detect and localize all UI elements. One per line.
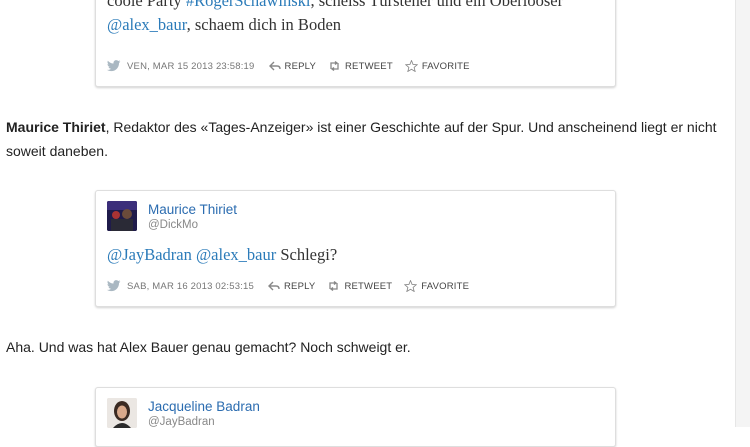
twitter-bird-icon[interactable] bbox=[107, 60, 121, 72]
retweet-icon bbox=[329, 281, 339, 291]
reply-label: REPLY bbox=[284, 280, 316, 292]
mention-link[interactable]: @JayBadran bbox=[107, 245, 192, 264]
author-fullname[interactable]: Maurice Thiriet bbox=[148, 201, 237, 218]
author-names: Jacqueline Badran @JayBadran bbox=[148, 398, 260, 430]
retweet-button[interactable]: RETWEET bbox=[327, 281, 392, 292]
favorite-button[interactable]: FAVORITE bbox=[404, 280, 469, 292]
embedded-tweet: coole Party #RogerSchawinski, scheiss Tü… bbox=[95, 0, 616, 87]
embedded-tweet: Maurice Thiriet @DickMo @JayBadran @alex… bbox=[95, 190, 616, 307]
tweet-text: coole Party #RogerSchawinski, scheiss Tü… bbox=[107, 0, 607, 37]
tweet-meta: VEN, MAR 15 2013 23:58:19 REPLY RETWEET … bbox=[107, 58, 482, 74]
scrollbar-track[interactable] bbox=[735, 0, 750, 427]
reply-label: REPLY bbox=[284, 60, 316, 72]
reply-button[interactable]: REPLY bbox=[268, 60, 316, 72]
reply-icon bbox=[268, 281, 280, 291]
reply-button[interactable]: REPLY bbox=[268, 281, 315, 292]
tweet-author[interactable]: Jacqueline Badran @JayBadran bbox=[107, 398, 260, 430]
tweet-text-segment: Schlegi? bbox=[276, 245, 338, 264]
tweet-meta: SAB, MAR 16 2013 02:53:15 REPLY RETWEET … bbox=[107, 278, 481, 294]
article-paragraph: Aha. Und was hat Alex Bauer genau gemach… bbox=[6, 335, 726, 359]
tweet-text-segment: , schaem dich in Boden bbox=[186, 15, 342, 34]
retweet-label: RETWEET bbox=[344, 60, 393, 72]
tweet-timestamp[interactable]: SAB, MAR 16 2013 02:53:15 bbox=[127, 281, 254, 292]
retweet-icon bbox=[330, 61, 339, 71]
avatar-image bbox=[107, 398, 137, 428]
favorite-label: FAVORITE bbox=[421, 280, 470, 292]
mention-link[interactable]: @alex_baur bbox=[107, 15, 187, 34]
author-handle[interactable]: @DickMo bbox=[148, 218, 237, 233]
author-name-bold: Maurice Thiriet bbox=[6, 119, 106, 135]
author-fullname[interactable]: Jacqueline Badran bbox=[148, 398, 260, 415]
star-icon bbox=[404, 280, 418, 292]
avatar[interactable] bbox=[107, 201, 137, 231]
star-icon bbox=[404, 60, 418, 72]
tweet-text-segment: , scheiss Türsteher und ein Oberlooser bbox=[310, 0, 564, 10]
article-paragraph: Maurice Thiriet, Redaktor des «Tages-Anz… bbox=[6, 115, 726, 163]
retweet-button[interactable]: RETWEET bbox=[328, 61, 393, 72]
mention-link[interactable]: @alex_baur bbox=[196, 245, 276, 264]
avatar-image bbox=[107, 201, 137, 231]
paragraph-text: , Redaktor des «Tages-Anzeiger» ist eine… bbox=[6, 119, 717, 159]
avatar[interactable] bbox=[107, 398, 137, 428]
retweet-label: RETWEET bbox=[344, 280, 393, 292]
paragraph-text: Aha. Und was hat Alex Bauer genau gemach… bbox=[6, 339, 411, 355]
reply-icon bbox=[268, 61, 281, 71]
tweet-author[interactable]: Maurice Thiriet @DickMo bbox=[107, 201, 237, 233]
tweet-timestamp[interactable]: VEN, MAR 15 2013 23:58:19 bbox=[127, 61, 255, 72]
author-names: Maurice Thiriet @DickMo bbox=[148, 201, 237, 233]
hashtag-link[interactable]: #RogerSchawinski bbox=[186, 0, 311, 10]
favorite-label: FAVORITE bbox=[421, 60, 470, 72]
embedded-tweet: Jacqueline Badran @JayBadran bbox=[95, 387, 616, 447]
tweet-text: @JayBadran @alex_baur Schlegi? bbox=[107, 243, 337, 267]
author-handle[interactable]: @JayBadran bbox=[148, 415, 260, 430]
favorite-button[interactable]: FAVORITE bbox=[404, 60, 470, 72]
twitter-bird-icon[interactable] bbox=[107, 280, 121, 292]
tweet-text-segment: coole Party bbox=[107, 0, 186, 10]
